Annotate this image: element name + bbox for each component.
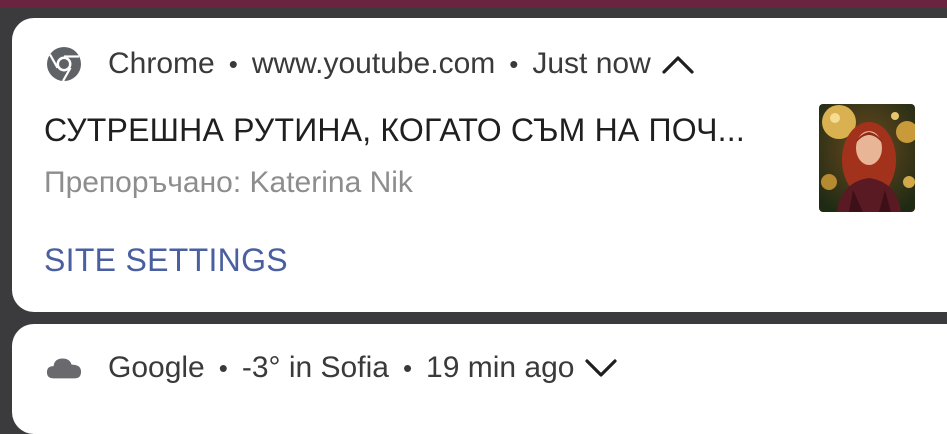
notification-title: СУТРЕШНА РУТИНА, КОГАТО СЪМ НА ПОЧ... — [44, 112, 745, 148]
separator: • — [509, 48, 519, 79]
notification-subtitle: Препоръчано: Katerina Nik — [44, 166, 413, 199]
app-name: Google — [108, 351, 205, 384]
status-strip — [0, 0, 947, 8]
site-settings-button[interactable]: SITE SETTINGS — [44, 242, 288, 279]
notification-time: 19 min ago — [426, 351, 575, 384]
separator: • — [402, 352, 413, 383]
notification-time: Just now — [532, 47, 651, 80]
chrome-icon — [46, 46, 82, 82]
notification-source: www.youtube.com — [251, 47, 496, 80]
cloud-icon — [46, 350, 82, 386]
app-name: Chrome — [108, 47, 215, 80]
notification-header: Google • -3° in Sofia • 19 min ago — [46, 348, 618, 388]
notification-header: Chrome • www.youtube.com • Just now — [46, 44, 695, 84]
notification-source: -3° in Sofia — [241, 351, 389, 384]
video-thumbnail[interactable] — [819, 104, 915, 212]
separator: • — [228, 48, 238, 79]
chevron-down-icon[interactable] — [584, 357, 618, 379]
chrome-notification-card[interactable]: Chrome • www.youtube.com • Just now СУТР… — [12, 18, 947, 312]
separator: • — [218, 352, 228, 383]
google-notification-card[interactable]: Google • -3° in Sofia • 19 min ago — [12, 324, 947, 434]
chevron-up-icon[interactable] — [661, 53, 695, 75]
